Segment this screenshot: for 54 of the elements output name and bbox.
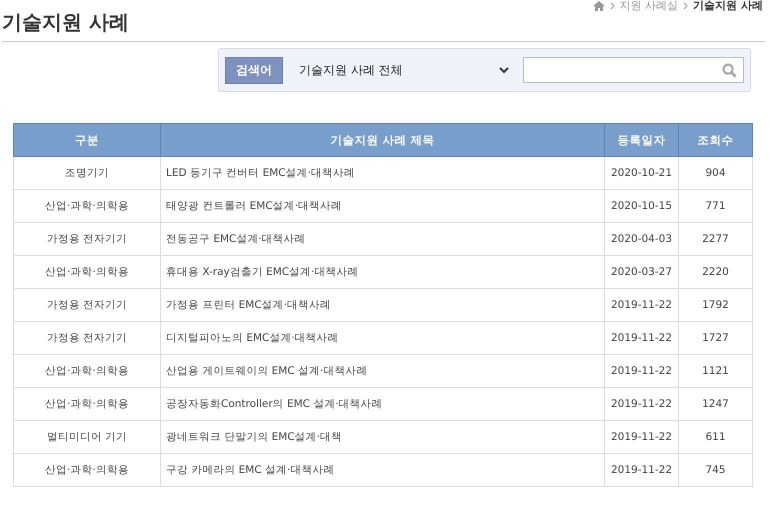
table-cell: 멀티미디어 기기 xyxy=(14,420,160,454)
post-title-link[interactable]: 산업용 게이트웨이의 EMC 설계·대책사례 xyxy=(160,354,604,388)
table-cell: 2020-03-27 xyxy=(604,256,678,288)
table-cell: 산업·과학·의학용 xyxy=(14,454,160,486)
table-cell: 2019-11-22 xyxy=(604,288,678,322)
table-cell: 조명기기 xyxy=(14,156,160,190)
chevron-icon xyxy=(610,2,615,10)
table-cell: 2019-11-22 xyxy=(604,454,678,486)
search-field[interactable] xyxy=(523,57,744,83)
post-title-link[interactable]: 디지털피아노의 EMC설계·대책사례 xyxy=(160,322,604,354)
table-cell: 2019-11-22 xyxy=(604,354,678,388)
table-cell: 산업·과학·의학용 xyxy=(14,388,160,420)
table-cell: 가정용 전자기기 xyxy=(14,288,160,322)
post-title-link[interactable]: 광네트워크 단말기의 EMC설계·대책 xyxy=(160,420,604,454)
column-header: 구분 xyxy=(14,124,160,156)
chevron-down-icon[interactable] xyxy=(499,66,509,74)
table-cell: 2019-11-22 xyxy=(604,420,678,454)
post-title-link[interactable]: 태양광 컨트롤러 EMC설계·대책사례 xyxy=(160,190,604,222)
breadcrumb-link[interactable]: 기술지원 사례 xyxy=(693,0,763,12)
column-header: 기술지원 사례 제목 xyxy=(160,124,604,156)
table-cell: 771 xyxy=(678,190,752,222)
chevron-icon xyxy=(683,2,688,10)
search-icon[interactable] xyxy=(722,62,737,78)
table-cell: 2020-04-03 xyxy=(604,222,678,256)
table-cell: 611 xyxy=(678,420,752,454)
home-icon[interactable] xyxy=(592,1,605,11)
table-cell: 2220 xyxy=(678,256,752,288)
column-header: 등록일자 xyxy=(604,124,678,156)
post-title-link[interactable]: LED 등기구 컨버터 EMC설계·대책사례 xyxy=(160,156,604,190)
table-cell: 1121 xyxy=(678,354,752,388)
post-title-link[interactable]: 휴대용 X-ray검출기 EMC설계·대책사례 xyxy=(160,256,604,288)
table-cell: 1792 xyxy=(678,288,752,322)
table-cell: 2019-11-22 xyxy=(604,388,678,420)
table-cell: 2277 xyxy=(678,222,752,256)
table-cell: 가정용 전자기기 xyxy=(14,322,160,354)
post-title-link[interactable]: 가정용 프린터 EMC설계·대책사례 xyxy=(160,288,604,322)
category-dropdown[interactable]: 기술지원 사례 전체 xyxy=(289,62,517,78)
post-title-link[interactable]: 구강 카메라의 EMC 설계·대책사례 xyxy=(160,454,604,486)
table-cell: 745 xyxy=(678,454,752,486)
post-title-link[interactable]: 전동공구 EMC설계·대책사례 xyxy=(160,222,604,256)
table-cell: 2020-10-15 xyxy=(604,190,678,222)
column-header: 조회수 xyxy=(678,124,752,156)
post-title-link[interactable]: 공장자동화Controller의 EMC 설계·대책사례 xyxy=(160,388,604,420)
table-cell: 산업·과학·의학용 xyxy=(14,190,160,222)
table-cell: 1247 xyxy=(678,388,752,420)
page-title: 기술지원 사례 xyxy=(2,12,129,33)
table-cell: 1727 xyxy=(678,322,752,354)
table-cell: 904 xyxy=(678,156,752,190)
table-cell: 산업·과학·의학용 xyxy=(14,354,160,388)
table-cell: 가정용 전자기기 xyxy=(14,222,160,256)
table-cell: 2020-10-21 xyxy=(604,156,678,190)
search-label: 검색어 xyxy=(225,56,283,84)
table-cell: 산업·과학·의학용 xyxy=(14,256,160,288)
table-cell: 2019-11-22 xyxy=(604,322,678,354)
